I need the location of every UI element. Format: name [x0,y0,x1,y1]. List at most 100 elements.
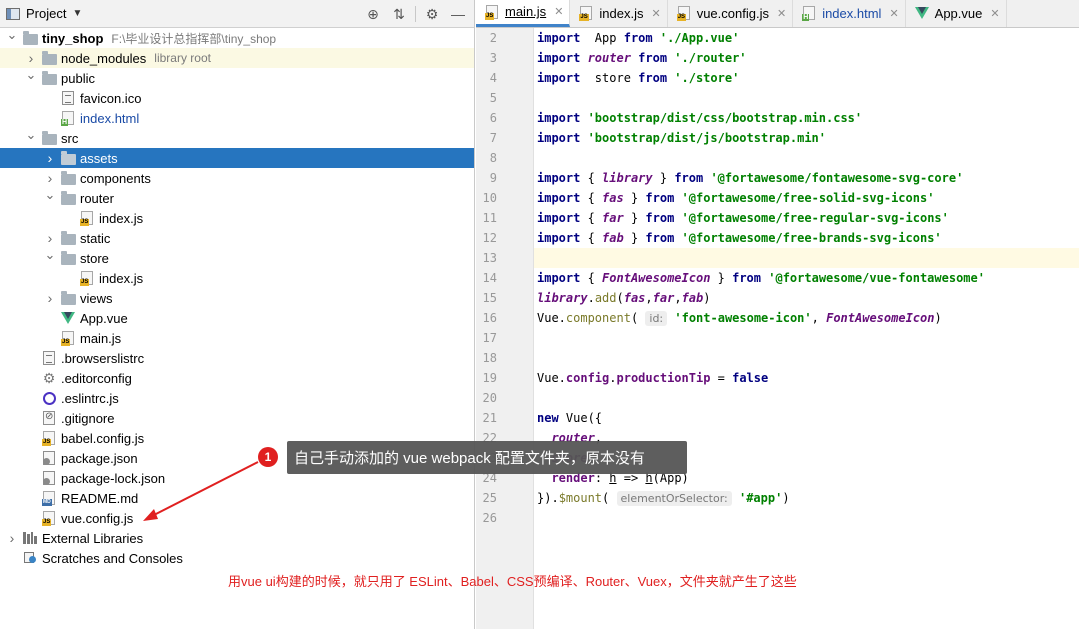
code-line[interactable]: import 'bootstrap/dist/css/bootstrap.min… [534,108,1079,128]
chevron-right-icon[interactable]: › [44,290,56,306]
folder-shape [41,70,57,85]
folder-shape [60,230,76,245]
tree-item[interactable]: ⌄ public [0,67,474,88]
code-line[interactable]: import store from './store' [534,68,1079,88]
code-token: far [602,211,624,225]
line-number: 17 [482,331,497,345]
code-line[interactable] [534,88,1079,108]
line-number: 11 [482,211,497,225]
chevron-down-icon[interactable]: ⌄ [44,187,56,203]
code-token: Vue. [537,371,566,385]
code-line[interactable]: Vue.component( id: 'font-awesome-icon', … [534,308,1079,328]
code-token: from [638,71,668,85]
tree-item[interactable]: › assets [0,148,474,168]
tree-item-label: README.md [61,490,139,506]
tree-item[interactable]: .browserslistrc [0,348,474,368]
project-panel: Project ▼ ⊕ ⇅ ⚙ — ⌄ tiny_shop F:\毕业设计总指挥部\… [0,0,475,629]
js-shape [80,211,93,226]
code-line[interactable]: }).$mount( elementOrSelector: '#app') [534,488,1079,508]
code-line[interactable]: new Vue({ [534,408,1079,428]
code-line[interactable]: import router from './router' [534,48,1079,68]
tree-item-label: index.js [99,210,144,226]
tree-item[interactable]: index.js [0,208,474,228]
close-icon[interactable]: ✕ [889,7,898,20]
line-number: 19 [482,371,497,385]
chevron-right-icon[interactable]: › [6,530,18,546]
package-file-icon [41,450,57,466]
tree-item[interactable]: .eslintrc.js [0,388,474,408]
tree-item[interactable]: ⚙ .editorconfig [0,368,474,388]
tree-item[interactable]: README.md [0,488,474,508]
tree-item[interactable]: App.vue [0,308,474,328]
tab-main-js[interactable]: main.js ✕ [476,0,571,27]
code-line[interactable] [534,148,1079,168]
code-token: from [630,51,668,65]
tab-index-html[interactable]: index.html ✕ [793,0,906,27]
hide-icon[interactable]: — [448,4,468,24]
code-line[interactable] [534,388,1079,408]
tree-item[interactable]: ⌄ tiny_shop F:\毕业设计总指挥部\tiny_shop [0,27,474,48]
tab-vue-config-js[interactable]: vue.config.js ✕ [668,0,794,27]
chevron-right-icon[interactable]: › [44,230,56,246]
chevron-down-icon[interactable]: ⌄ [6,27,18,43]
code-token: import [537,171,581,185]
tree-item[interactable]: index.js [0,268,474,288]
code-line[interactable]: import { fab } from '@fortawesome/free-b… [534,228,1079,248]
line-number-gutter: 2345678910111213141516171819202122232425… [476,28,534,629]
js-shape [61,331,74,346]
code-token: import [537,271,581,285]
code-token: library [537,291,588,305]
code-line[interactable]: import { fas } from '@fortawesome/free-s… [534,188,1079,208]
tree-item[interactable]: main.js [0,328,474,348]
tree-item[interactable]: index.html [0,108,474,128]
code-line[interactable]: library.add(fas,far,fab) [534,288,1079,308]
code-line[interactable] [534,508,1079,528]
chevron-right-icon[interactable]: › [44,150,56,166]
tree-item[interactable]: › views [0,288,474,308]
tab-index-js[interactable]: index.js ✕ [570,0,668,27]
pkg-shape [43,451,55,465]
gear-icon[interactable]: ⚙ [422,4,442,24]
chevron-down-icon[interactable]: ⌄ [25,127,37,143]
tree-item[interactable]: › node_modules library root [0,48,474,68]
tab-app-vue[interactable]: App.vue ✕ [906,0,1007,27]
chevron-down-icon[interactable]: ▼ [72,8,82,19]
tree-item[interactable]: vue.config.js [0,508,474,528]
collapse-icon[interactable]: ⇅ [389,4,409,24]
close-icon[interactable]: ✕ [990,7,999,20]
tree-item[interactable]: › static [0,228,474,248]
close-icon[interactable]: ✕ [554,5,563,18]
chevron-down-icon[interactable]: ⌄ [25,67,37,83]
crosshair-icon[interactable]: ⊕ [363,4,383,24]
code-line[interactable]: import App from './App.vue' [534,28,1079,48]
tree-item[interactable]: ⌄ store [0,247,474,268]
js-file-icon [484,4,500,20]
code-token: from [645,231,675,245]
tree-item[interactable]: Scratches and Consoles [0,548,474,568]
code-line[interactable] [534,348,1079,368]
code-line[interactable] [534,328,1079,348]
tree-item[interactable]: ⌄ router [0,187,474,208]
libs-shape [23,532,37,544]
close-icon[interactable]: ✕ [651,7,660,20]
code-line[interactable]: Vue.config.productionTip = false [534,368,1079,388]
chevron-right-icon[interactable]: › [44,170,56,186]
tree-item[interactable]: › components [0,168,474,188]
folder-icon [60,150,76,166]
tree-item[interactable]: › External Libraries [0,528,474,548]
tree-item[interactable]: ⌄ src [0,127,474,148]
tree-item[interactable]: favicon.ico [0,88,474,108]
code-line[interactable]: import 'bootstrap/dist/js/bootstrap.min' [534,128,1079,148]
code-line[interactable]: import { library } from '@fortawesome/fo… [534,168,1079,188]
code-line[interactable]: import { far } from '@fortawesome/free-r… [534,208,1079,228]
chevron-right-icon[interactable]: › [25,50,37,66]
chevron-down-icon[interactable]: ⌄ [44,247,56,263]
tree-item[interactable]: .gitignore [0,408,474,428]
code-line[interactable] [534,248,1079,268]
code-view[interactable]: import App from './App.vue' import router… [534,28,1079,629]
close-icon[interactable]: ✕ [777,7,786,20]
code-line[interactable]: import { FontAwesomeIcon } from '@fortaw… [534,268,1079,288]
project-view-selector[interactable]: Project [26,6,66,21]
tree-item-label: App.vue [80,310,128,326]
folder-icon [60,230,76,246]
